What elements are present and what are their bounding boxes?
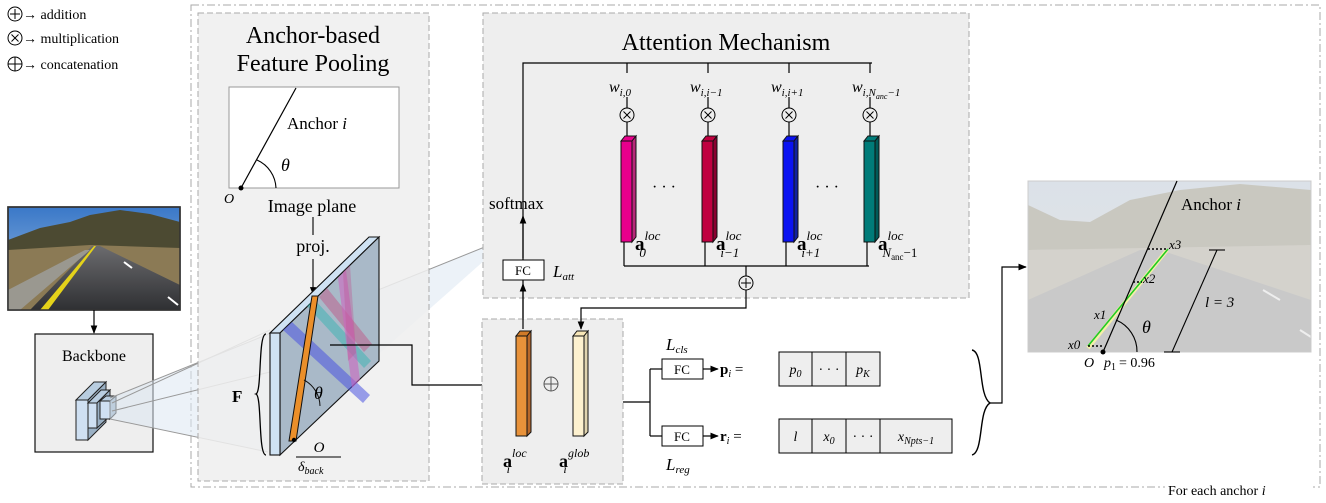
length-label: l = 3 [1205, 295, 1234, 311]
legend-label: → addition [23, 8, 86, 23]
theta-label: θ [281, 155, 290, 175]
reg-output-vector: l x0 · · · xNpts−1 [778, 418, 953, 454]
result-anchor-label: Anchor i [1181, 195, 1241, 214]
point-x0: x0 [1067, 337, 1081, 352]
point-x2: x2 [1142, 271, 1156, 286]
origin-scaled-num: O [314, 440, 325, 456]
fc-label: FC [674, 362, 690, 377]
legend: → addition → multiplication → concatenat… [7, 6, 119, 73]
softmax-label: softmax [489, 194, 544, 213]
vector-cell-label: · · · [853, 430, 874, 445]
cls-output-vector: p0 · · · pK [778, 351, 881, 387]
concatenation-legend-item: → concatenation [7, 56, 118, 73]
cls-output-label: pi = [720, 362, 743, 380]
origin-label: O [224, 192, 234, 207]
fc-label: FC [674, 429, 690, 444]
vector-cell-label: · · · [819, 363, 840, 378]
local-feature-vector [515, 335, 528, 437]
feature-map-label: F [232, 387, 242, 406]
reg-loss-label: Lreg [665, 455, 690, 476]
anchor-i-label: Anchor i [287, 114, 347, 133]
ellipsis: · · · [652, 179, 676, 196]
local-feature-vector [782, 140, 795, 243]
origin-dot [238, 185, 244, 191]
point-x3: x3 [1168, 237, 1182, 252]
fc-label: FC [515, 263, 531, 278]
result-origin: O [1084, 356, 1094, 371]
multiplication-legend-item: → multiplication [7, 30, 119, 47]
legend-label: → multiplication [23, 32, 119, 47]
ellipsis: · · · [815, 179, 839, 196]
point-x1: x1 [1093, 307, 1106, 322]
architecture-diagram: → addition → multiplication → concatenat… [7, 4, 1321, 499]
input-image [7, 206, 181, 311]
image-plane-label: Image plane [268, 196, 356, 216]
backbone-label: Backbone [62, 348, 126, 365]
probability-label: p1 = 0.96 [1103, 356, 1155, 373]
image-plane [228, 86, 400, 189]
outputs-brace [971, 349, 992, 456]
attention-title: Attention Mechanism [622, 30, 831, 56]
legend-label: → concatenation [23, 58, 118, 73]
proj-label: proj. [296, 236, 330, 256]
concat-panel: aloc i aglob i [481, 283, 747, 485]
result-theta: θ [1142, 317, 1151, 337]
theta-feature-label: θ [314, 383, 323, 403]
addition-legend-item: → addition [7, 6, 86, 23]
pooling-title-line1: Anchor-based [246, 23, 380, 49]
local-feature-vector [701, 140, 714, 243]
anchor-feature-pooling-panel: Anchor-based Feature Pooling Anchor i θ … [197, 12, 430, 482]
cls-loss-label: Lcls [665, 335, 688, 356]
result-image: Anchor i θ l = 3 x0 x1 x2 x3 O p1 = 0.96 [1027, 180, 1312, 373]
pooling-title-line2: Feature Pooling [237, 51, 390, 77]
cnn-layer-icon [75, 399, 89, 441]
local-feature-vector [620, 140, 633, 243]
reg-output-label: ri = [720, 429, 742, 447]
footer-label: For each anchor i [1168, 484, 1266, 499]
local-feature-vector [863, 140, 876, 243]
vector-cell-label: l [794, 430, 798, 445]
attention-mechanism-panel: Attention Mechanism wi,0aloc 0wi,i−1aloc i… [482, 12, 970, 318]
global-feature-vector [572, 335, 585, 437]
